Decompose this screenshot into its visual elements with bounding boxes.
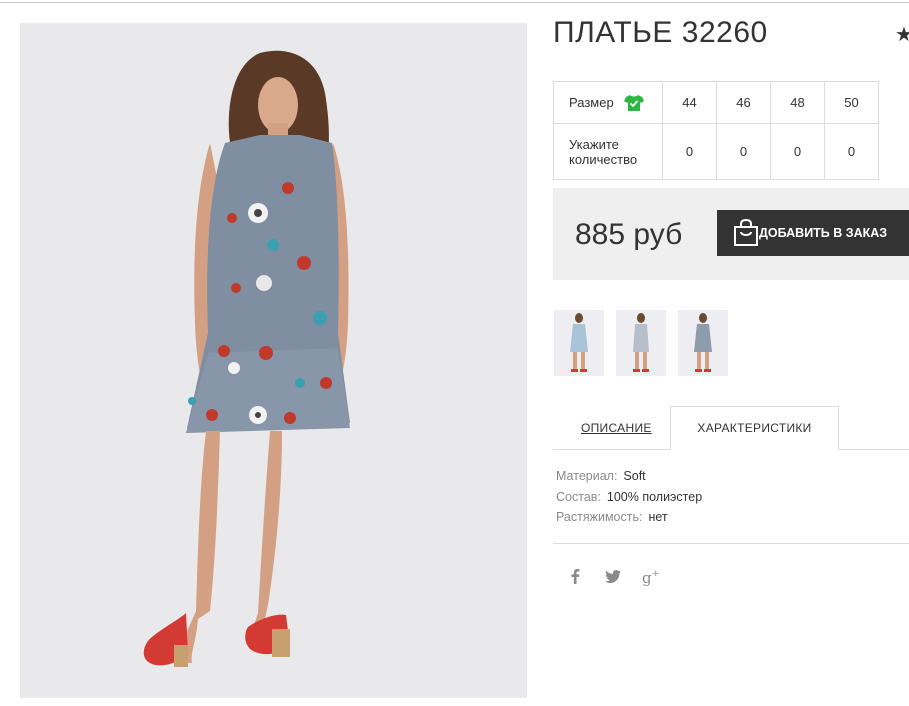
thumbnail-2[interactable] bbox=[616, 310, 666, 376]
add-to-cart-button[interactable]: ДОБАВИТЬ В ЗАКАЗ bbox=[717, 210, 909, 256]
quantity-label: Укажите количество bbox=[553, 123, 663, 180]
size-quantity-table: Размер 44 46 48 50 Укажите количество 0 … bbox=[553, 81, 879, 180]
thumbnail-3[interactable] bbox=[678, 310, 728, 376]
price: 885 руб bbox=[575, 218, 683, 251]
star-icon[interactable]: ★ bbox=[895, 22, 909, 47]
spec-key: Состав: bbox=[556, 489, 601, 504]
specs-divider bbox=[553, 543, 909, 544]
spec-value: 100% полиэстер bbox=[606, 489, 703, 504]
facebook-icon[interactable] bbox=[570, 568, 580, 589]
size-label: Размер bbox=[569, 95, 614, 110]
product-title: ПЛАТЬЕ 32260 bbox=[553, 16, 768, 49]
thumbnail-1[interactable] bbox=[554, 310, 604, 376]
svg-text:+: + bbox=[652, 569, 660, 579]
spec-key: Материал: bbox=[556, 469, 618, 483]
shirt-check-icon[interactable] bbox=[623, 94, 644, 112]
size-option[interactable]: 48 bbox=[770, 81, 825, 124]
quantity-input[interactable]: 0 bbox=[770, 123, 825, 180]
spec-row: Растяжимость: нет bbox=[556, 510, 702, 531]
tab-description[interactable]: ОПИСАНИЕ bbox=[581, 421, 652, 435]
size-option[interactable]: 44 bbox=[662, 81, 717, 124]
spec-value: нет bbox=[648, 510, 668, 524]
specs-list: Материал: Soft Состав: 100% полиэстер Раст… bbox=[556, 469, 702, 531]
price-box: 885 руб ДОБАВИТЬ В ЗАКАЗ bbox=[553, 188, 909, 280]
quantity-input[interactable]: 0 bbox=[824, 123, 879, 180]
size-option[interactable]: 50 bbox=[824, 81, 879, 124]
add-to-cart-label: ДОБАВИТЬ В ЗАКАЗ bbox=[759, 226, 888, 240]
product-main-image[interactable] bbox=[20, 23, 527, 698]
top-divider bbox=[0, 2, 909, 3]
svg-text:g: g bbox=[642, 569, 652, 586]
spec-key: Растяжимость: bbox=[556, 510, 643, 524]
spec-row: Состав: 100% полиэстер bbox=[556, 490, 702, 511]
quantity-input[interactable]: 0 bbox=[662, 123, 717, 180]
quantity-input[interactable]: 0 bbox=[716, 123, 771, 180]
size-label-cell: Размер bbox=[553, 81, 663, 124]
google-plus-icon[interactable]: g + bbox=[642, 568, 660, 591]
twitter-icon[interactable] bbox=[605, 570, 621, 588]
dress-model-photo bbox=[143, 50, 350, 667]
shopping-bag-icon bbox=[733, 218, 759, 250]
tab-characteristics[interactable]: ХАРАКТЕРИСТИКИ bbox=[670, 406, 839, 450]
size-option[interactable]: 46 bbox=[716, 81, 771, 124]
spec-value: Soft bbox=[623, 469, 646, 483]
spec-row: Материал: Soft bbox=[556, 469, 702, 490]
